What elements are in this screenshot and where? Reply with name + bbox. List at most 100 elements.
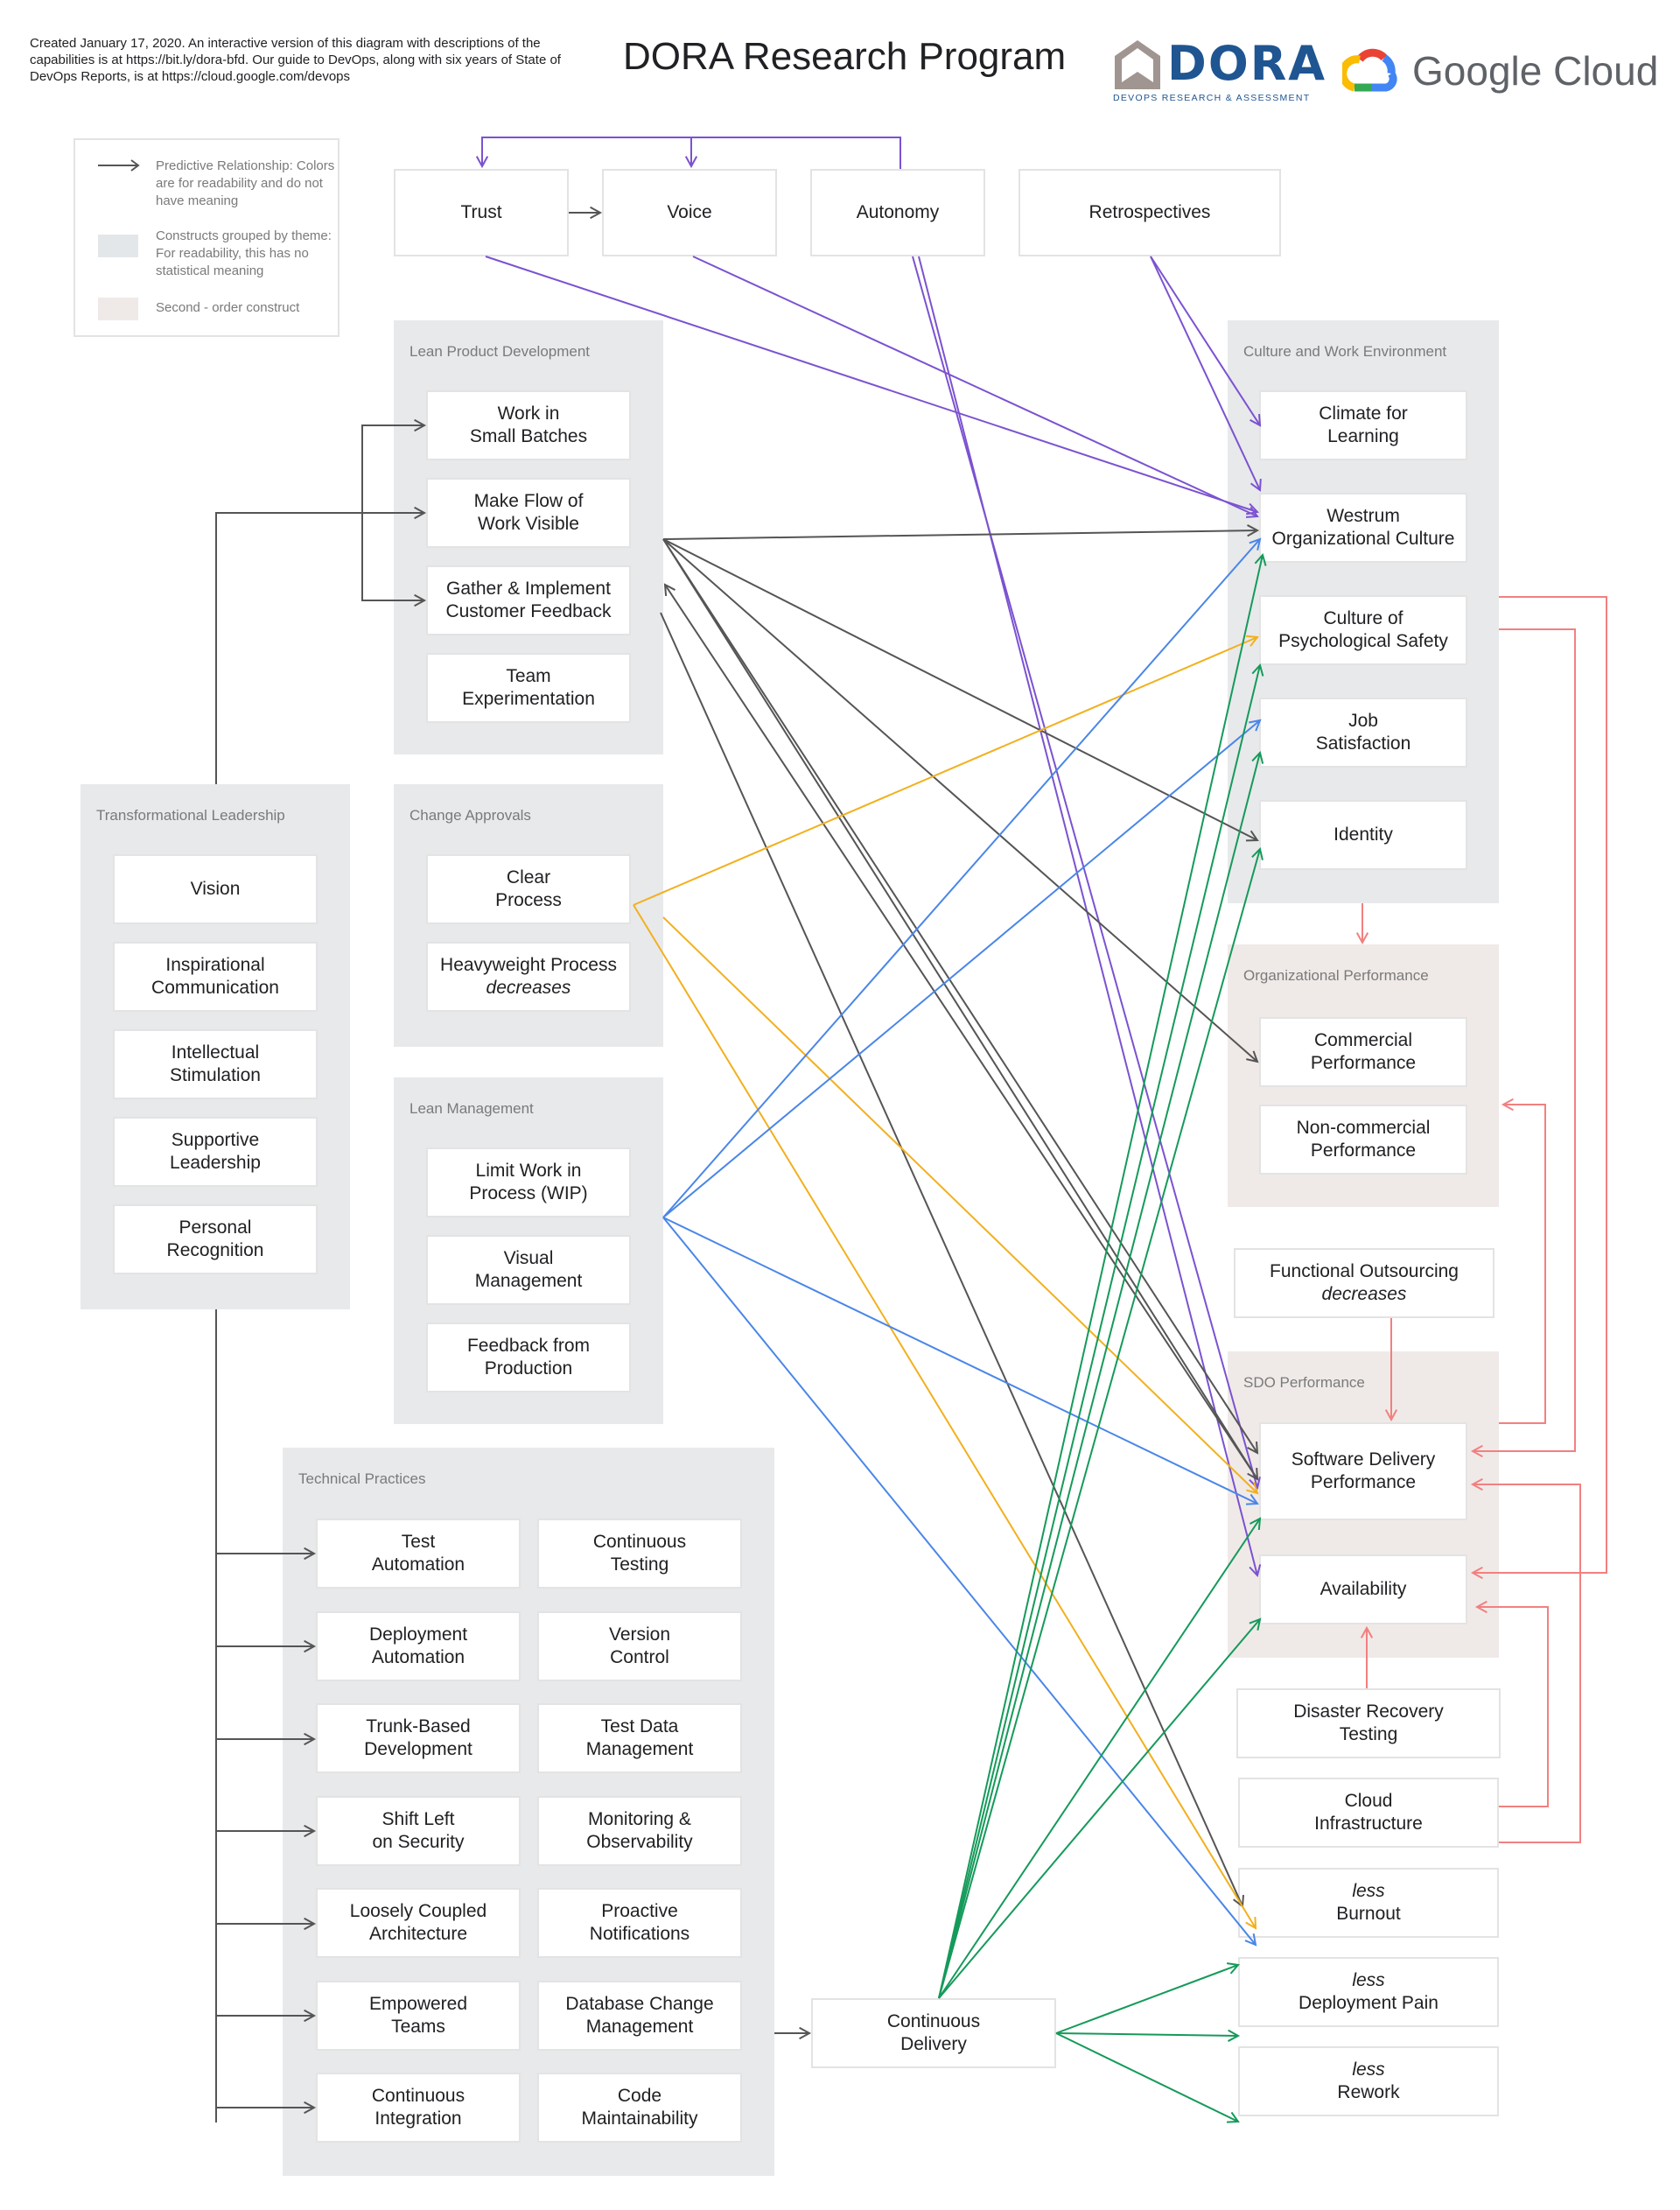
group-label: Lean Management: [410, 1100, 534, 1117]
node-inspirational-communication[interactable]: Inspirational Communication: [113, 942, 318, 1012]
node-label-line1: Empowered: [368, 1993, 468, 2014]
node-label-line1: Software Delivery: [1291, 1449, 1436, 1470]
node-label-line2: Automation: [371, 1554, 466, 1575]
edge-0: [481, 137, 901, 169]
node-label-line1: Climate for: [1319, 403, 1408, 424]
node-label-line1: Heavyweight Process: [440, 955, 617, 975]
node-label-line1: Continuous: [886, 2011, 981, 2031]
node-retrospectives[interactable]: Retrospectives: [1018, 169, 1281, 256]
legend-arrow-text: Predictive Relationship: Colors are for …: [156, 158, 335, 208]
node-label-line1: Job: [1348, 711, 1378, 731]
node-continuous-testing[interactable]: Continuous Testing: [537, 1519, 742, 1589]
node-climate-for-learning[interactable]: Climate for Learning: [1259, 390, 1467, 460]
node-psychological-safety[interactable]: Culture of Psychological Safety: [1259, 595, 1467, 665]
node-label-line2: Management: [585, 2016, 694, 2037]
node-deployment-automation[interactable]: Deployment Automation: [316, 1610, 521, 1681]
node-disaster-recovery-testing[interactable]: Disaster Recovery Testing: [1236, 1688, 1501, 1758]
node-label-line1: Culture of: [1323, 608, 1404, 628]
edge-38: [938, 848, 1261, 1999]
node-label-modifier: decreases: [1321, 1284, 1407, 1304]
intro-text: Created January 17, 2020. An interactive…: [30, 36, 561, 84]
node-monitoring-observability[interactable]: Monitoring & Observability: [537, 1795, 742, 1866]
node-continuous-delivery[interactable]: Continuous Delivery: [811, 1998, 1056, 2068]
node-trunk-based-development[interactable]: Trunk-Based Development: [316, 1703, 521, 1773]
node-cloud-infrastructure[interactable]: Cloud Infrastructure: [1238, 1778, 1499, 1848]
legend-group-swatch: [98, 235, 138, 257]
node-noncommercial-performance[interactable]: Non-commercial Performance: [1259, 1105, 1467, 1175]
node-less-rework[interactable]: less Rework: [1238, 2046, 1499, 2116]
node-label-line2: Process (WIP): [469, 1183, 588, 1203]
node-label-line1: Deployment: [368, 1624, 468, 1645]
node-less-deployment-pain[interactable]: less Deployment Pain: [1238, 1957, 1499, 2027]
node-software-delivery-performance[interactable]: Software Delivery Performance: [1259, 1422, 1467, 1520]
node-vision[interactable]: Vision: [113, 854, 318, 924]
node-label-line2: Psychological Safety: [1278, 631, 1448, 651]
node-label-line2: Teams: [391, 2016, 445, 2037]
node-visual-management[interactable]: Visual Management: [426, 1235, 631, 1305]
node-label-line1: Intellectual: [171, 1042, 260, 1063]
node-label-line1: Feedback from: [466, 1336, 591, 1356]
node-supportive-leadership[interactable]: Supportive Leadership: [113, 1117, 318, 1187]
edge-22: [662, 538, 1258, 841]
node-label-line2: Delivery: [900, 2034, 967, 2054]
node-test-data-management[interactable]: Test Data Management: [537, 1703, 742, 1773]
group-label: Transformational Leadership: [96, 807, 285, 824]
node-customer-feedback[interactable]: Gather & Implement Customer Feedback: [426, 565, 631, 635]
node-limit-wip[interactable]: Limit Work in Process (WIP): [426, 1147, 631, 1217]
node-label-line1: Disaster Recovery: [1293, 1701, 1444, 1722]
edge-31: [662, 538, 1261, 1218]
node-personal-recognition[interactable]: Personal Recognition: [113, 1204, 318, 1274]
node-label-line2: Performance: [1310, 1472, 1417, 1492]
node-heavyweight-process[interactable]: Heavyweight Process decreases: [426, 942, 631, 1012]
node-label-line2: Customer Feedback: [445, 601, 612, 621]
node-label-line1: Database Change: [565, 1993, 714, 2014]
node-identity[interactable]: Identity: [1259, 800, 1467, 870]
edge-43: [1055, 2032, 1239, 2122]
node-team-experimentation[interactable]: Team Experimentation: [426, 653, 631, 723]
node-label-line2: Testing: [1339, 1724, 1398, 1744]
node-label-line1: Gather & Implement: [446, 579, 611, 599]
node-label-line1: Test Data: [600, 1716, 679, 1736]
node-database-change-management[interactable]: Database Change Management: [537, 1980, 742, 2051]
edge-48-arrowhead: [1501, 1098, 1514, 1112]
node-label-modifier: less: [1352, 1881, 1385, 1901]
node-clear-process[interactable]: Clear Process: [426, 854, 631, 924]
node-test-automation[interactable]: Test Automation: [316, 1519, 521, 1589]
node-job-satisfaction[interactable]: Job Satisfaction: [1259, 698, 1467, 768]
node-label-line1: Proactive: [601, 1901, 678, 1921]
edge-35: [938, 554, 1264, 1999]
node-westrum-culture[interactable]: Westrum Organizational Culture: [1259, 493, 1467, 563]
node-code-maintainability[interactable]: Code Maintainability: [537, 2073, 742, 2143]
node-make-flow-visible[interactable]: Make Flow of Work Visible: [426, 478, 631, 548]
edge-37: [938, 752, 1261, 1999]
node-label-line1: Shift Left: [382, 1808, 455, 1829]
edge-1-arrowhead: [684, 156, 698, 169]
node-intellectual-stimulation[interactable]: Intellectual Stimulation: [113, 1029, 318, 1099]
node-continuous-integration[interactable]: Continuous Integration: [316, 2073, 521, 2143]
node-loosely-coupled-architecture[interactable]: Loosely Coupled Architecture: [316, 1888, 521, 1958]
node-label-line1: Make Flow of: [473, 491, 584, 511]
node-voice[interactable]: Voice: [602, 169, 777, 256]
node-label-line1: Trunk-Based: [366, 1716, 471, 1736]
legend: Predictive Relationship: Colors are for …: [74, 138, 340, 337]
node-version-control[interactable]: Version Control: [537, 1610, 742, 1681]
node-label-line2: Observability: [586, 1831, 693, 1852]
node-less-burnout[interactable]: less Burnout: [1238, 1868, 1499, 1938]
node-empowered-teams[interactable]: Empowered Teams: [316, 1980, 521, 2051]
group-label: Organizational Performance: [1243, 967, 1429, 984]
node-trust[interactable]: Trust: [394, 169, 569, 256]
node-label-line1: Version: [608, 1624, 671, 1645]
edge-41: [1055, 1964, 1239, 2034]
node-feedback-from-production[interactable]: Feedback from Production: [426, 1322, 631, 1393]
node-autonomy[interactable]: Autonomy: [810, 169, 985, 256]
node-shift-left-security[interactable]: Shift Left on Security: [316, 1795, 521, 1866]
node-work-in-small-batches[interactable]: Work in Small Batches: [426, 390, 631, 460]
node-commercial-performance[interactable]: Commercial Performance: [1259, 1017, 1467, 1087]
node-label-line2: on Security: [372, 1831, 465, 1852]
node-availability[interactable]: Availability: [1259, 1554, 1467, 1624]
node-label-line2: Management: [474, 1271, 583, 1291]
node-label-line2: Performance: [1310, 1140, 1417, 1161]
node-proactive-notifications[interactable]: Proactive Notifications: [537, 1888, 742, 1958]
node-label: Autonomy: [856, 202, 940, 222]
node-functional-outsourcing[interactable]: Functional Outsourcing decreases: [1234, 1248, 1494, 1318]
